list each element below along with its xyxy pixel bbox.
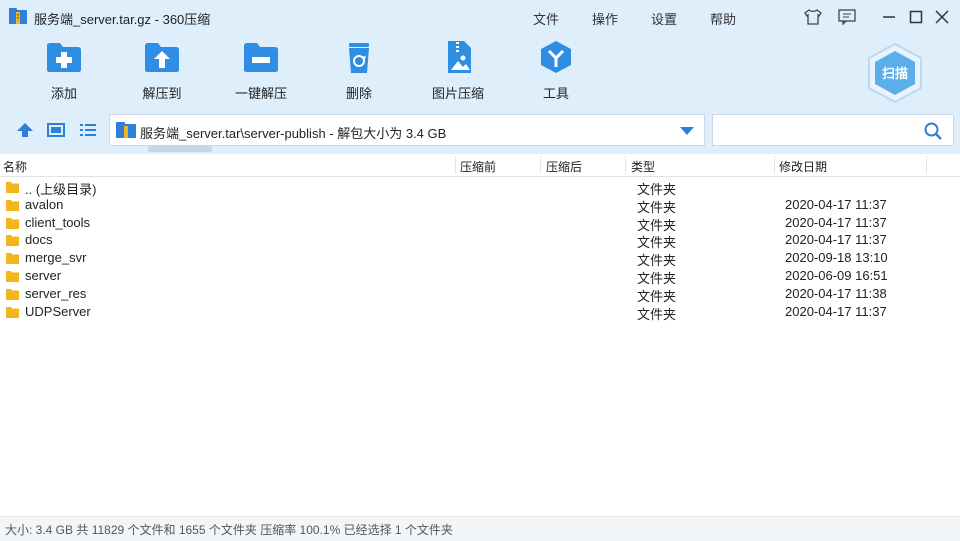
menu-file[interactable]: 文件: [533, 9, 559, 28]
column-divider[interactable]: [625, 156, 626, 174]
menu-settings[interactable]: 设置: [651, 9, 677, 28]
skin-icon[interactable]: [802, 6, 824, 28]
file-date: 2020-09-18 13:10: [785, 250, 888, 266]
file-date: 2020-04-17 11:37: [785, 214, 887, 230]
file-name: merge_svr: [25, 250, 87, 266]
file-name: client_tools: [25, 214, 91, 230]
feedback-icon[interactable]: [836, 6, 858, 28]
search-icon[interactable]: [923, 121, 943, 141]
column-divider[interactable]: [774, 156, 775, 174]
column-name[interactable]: 名称: [3, 158, 27, 175]
list-view-icon[interactable]: [77, 120, 99, 140]
table-row[interactable]: client_tools 文件夹 2020-04-17 11:37: [0, 214, 960, 233]
file-name: UDPServer: [25, 303, 91, 319]
minimize-button[interactable]: [878, 6, 900, 28]
path-text: 服务端_server.tar\server-publish - 解包大小为 3.…: [140, 126, 447, 141]
maximize-button[interactable]: [905, 6, 927, 28]
image-compress-button[interactable]: 图片压缩: [418, 40, 498, 102]
folder-icon: [6, 270, 19, 282]
file-date: 2020-06-09 16:51: [785, 267, 888, 283]
path-combobox[interactable]: 服务端_server.tar\server-publish - 解包大小为 3.…: [109, 114, 705, 146]
one-click-extract-icon: [244, 43, 278, 72]
table-row[interactable]: server_res 文件夹 2020-04-17 11:38: [0, 285, 960, 304]
column-divider[interactable]: [926, 156, 927, 174]
file-type: 文件夹: [637, 306, 677, 322]
folder-icon: [6, 235, 19, 247]
up-level-icon[interactable]: [14, 120, 36, 140]
table-row[interactable]: avalon 文件夹 2020-04-17 11:37: [0, 196, 960, 215]
tools-button[interactable]: 工具: [516, 40, 596, 102]
file-name: docs: [25, 232, 53, 248]
column-divider[interactable]: [540, 156, 541, 174]
status-bar: 大小: 3.4 GB 共 11829 个文件和 1655 个文件夹 压缩率 10…: [0, 516, 960, 541]
scan-button[interactable]: 扫描: [864, 42, 926, 104]
title-bar: 服务端_server.tar.gz - 360压缩 文件 操作 设置 帮助: [0, 0, 960, 34]
folder-icon: [6, 253, 19, 265]
tools-icon: [541, 41, 571, 73]
folder-icon: [6, 306, 19, 318]
add-icon: [47, 43, 81, 72]
delete-button[interactable]: 删除: [319, 40, 399, 102]
menu-help[interactable]: 帮助: [710, 9, 736, 28]
column-type[interactable]: 类型: [631, 158, 655, 175]
window-title: 服务端_server.tar.gz - 360压缩: [34, 12, 211, 27]
file-name: avalon: [25, 196, 64, 212]
splitter-grip[interactable]: [148, 146, 212, 152]
archive-app-icon: [9, 8, 27, 24]
file-list: .. (上级目录) 文件夹 avalon 文件夹 2020-04-17 11:3…: [0, 178, 960, 322]
one-click-extract-button[interactable]: 一键解压: [221, 40, 301, 102]
image-compress-label: 图片压缩: [431, 86, 484, 101]
folder-icon: [6, 217, 19, 229]
chevron-down-icon[interactable]: [680, 127, 694, 135]
column-header: 名称 压缩前 压缩后 类型 修改日期: [0, 154, 960, 177]
table-row[interactable]: .. (上级目录) 文件夹: [0, 178, 960, 197]
toolbar: 添加 解压到 一键解压 删除 图片压缩 工具 扫描: [0, 34, 960, 108]
status-text: 大小: 3.4 GB 共 11829 个文件和 1655 个文件夹 压缩率 10…: [5, 523, 453, 537]
file-date: 2020-04-17 11:37: [785, 232, 887, 248]
folder-icon: [6, 288, 19, 300]
address-bar: 服务端_server.tar\server-publish - 解包大小为 3.…: [0, 108, 960, 154]
archive-file-icon: [116, 122, 136, 138]
image-compress-icon: [448, 41, 471, 73]
table-row[interactable]: merge_svr 文件夹 2020-09-18 13:10: [0, 249, 960, 268]
menu-operation[interactable]: 操作: [592, 9, 618, 28]
scan-label: 扫描: [882, 66, 908, 82]
search-box: [712, 114, 954, 146]
file-date: 2020-04-17 11:38: [785, 285, 887, 301]
column-compressed-before[interactable]: 压缩前: [460, 158, 496, 175]
extract-to-icon: [145, 43, 179, 72]
tools-label: 工具: [542, 86, 569, 101]
extract-to-button[interactable]: 解压到: [122, 40, 202, 102]
file-date: 2020-04-17 11:37: [785, 196, 887, 212]
delete-icon: [349, 43, 369, 73]
table-row[interactable]: docs 文件夹 2020-04-17 11:37: [0, 231, 960, 250]
table-row[interactable]: UDPServer 文件夹 2020-04-17 11:37: [0, 303, 960, 322]
one-click-extract-label: 一键解压: [234, 86, 287, 101]
file-date: 2020-04-17 11:37: [785, 303, 887, 319]
folder-icon: [6, 182, 19, 193]
add-label: 添加: [50, 86, 77, 101]
search-input[interactable]: [717, 119, 917, 143]
extract-to-label: 解压到: [142, 86, 182, 101]
column-modified[interactable]: 修改日期: [779, 158, 827, 175]
add-button[interactable]: 添加: [24, 40, 104, 102]
file-name: server_res: [25, 285, 87, 301]
file-name: server: [25, 267, 62, 283]
delete-label: 删除: [345, 86, 372, 101]
column-compressed-after[interactable]: 压缩后: [546, 158, 582, 175]
column-divider[interactable]: [455, 156, 456, 174]
table-row[interactable]: server 文件夹 2020-06-09 16:51: [0, 267, 960, 286]
close-button[interactable]: [931, 6, 953, 28]
thumbnail-view-icon[interactable]: [45, 120, 67, 140]
folder-icon: [6, 199, 19, 211]
